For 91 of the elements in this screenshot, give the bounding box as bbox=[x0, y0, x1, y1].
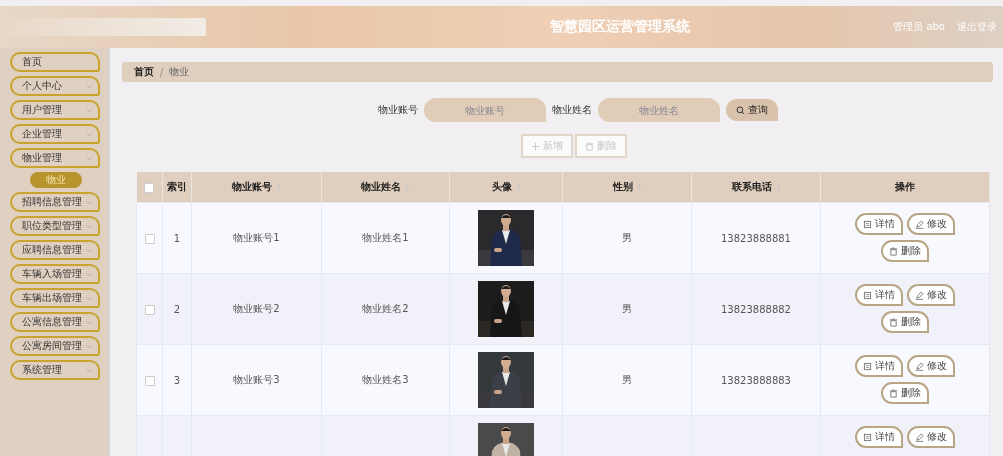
breadcrumb-link[interactable]: 首页 bbox=[134, 65, 154, 79]
pencil-icon bbox=[915, 361, 924, 371]
table-cell: 男 bbox=[562, 273, 692, 345]
table-cell: 1 bbox=[162, 202, 192, 274]
details-button[interactable]: 详情 bbox=[855, 355, 903, 377]
sort-icon[interactable] bbox=[636, 183, 642, 191]
sidebar-item[interactable]: 用户管理 bbox=[10, 100, 100, 120]
select-all-checkbox[interactable] bbox=[144, 182, 155, 193]
table-cell: 物业账号2 bbox=[191, 273, 322, 345]
sidebar-item[interactable]: 首页 bbox=[10, 52, 100, 72]
breadcrumb-separator: / bbox=[160, 66, 164, 78]
table-cell: 物业账号1 bbox=[191, 202, 322, 274]
sidebar-item[interactable]: 个人中心 bbox=[10, 76, 100, 96]
trash-icon bbox=[889, 246, 898, 256]
sidebar-item[interactable]: 物业管理 bbox=[10, 148, 100, 168]
sort-icon[interactable] bbox=[276, 183, 281, 191]
breadcrumb-link[interactable]: 物业 bbox=[169, 65, 190, 79]
document-icon bbox=[863, 219, 872, 229]
delete-button[interactable]: 删除 bbox=[881, 240, 929, 262]
document-icon bbox=[863, 290, 872, 300]
document-icon bbox=[863, 432, 872, 442]
table-cell: 13823888883 bbox=[691, 344, 821, 416]
sort-icon[interactable] bbox=[405, 183, 410, 191]
details-button[interactable]: 详情 bbox=[855, 284, 903, 306]
document-icon bbox=[863, 361, 872, 371]
pencil-icon bbox=[915, 290, 924, 300]
column-header: 物业账号 bbox=[191, 172, 322, 203]
column-header: 物业姓名 bbox=[321, 172, 450, 203]
pencil-icon bbox=[915, 219, 924, 229]
edit-button[interactable]: 修改 bbox=[907, 355, 955, 377]
table-cell: 13823888882 bbox=[691, 273, 821, 345]
table-cell: 物业姓名3 bbox=[321, 344, 450, 416]
table-cell: 男 bbox=[562, 344, 692, 416]
sidebar-item[interactable]: 车辆出场管理 bbox=[10, 288, 100, 308]
search-button[interactable]: 查询 bbox=[725, 99, 778, 121]
column-header: 索引 bbox=[162, 172, 192, 203]
chevron-icon bbox=[86, 343, 93, 349]
chevron-icon bbox=[86, 199, 93, 205]
search-icon bbox=[735, 105, 745, 115]
chevron-icon bbox=[86, 107, 93, 113]
sort-icon[interactable] bbox=[515, 183, 521, 191]
details-button[interactable]: 详情 bbox=[855, 213, 903, 235]
details-button[interactable]: 详情 bbox=[855, 426, 903, 448]
user-label: 管理员 abo bbox=[893, 20, 945, 34]
app-title: 智慧园区运营管理系统 bbox=[549, 18, 690, 36]
chevron-icon bbox=[86, 319, 93, 325]
chevron-icon bbox=[86, 131, 93, 137]
row-checkbox[interactable] bbox=[144, 375, 155, 386]
column-header: 性别 bbox=[562, 172, 692, 203]
sidebar-item[interactable]: 系统管理 bbox=[10, 360, 100, 380]
table-cell: 物业姓名1 bbox=[321, 202, 450, 274]
chevron-icon bbox=[86, 367, 93, 373]
delete-button[interactable]: 删除 bbox=[881, 382, 929, 404]
column-header: 联系电话 bbox=[691, 172, 821, 203]
trash-icon bbox=[889, 388, 898, 398]
row-checkbox[interactable] bbox=[144, 233, 155, 244]
chevron-icon bbox=[86, 223, 93, 229]
chevron-icon bbox=[86, 247, 93, 253]
chevron-icon bbox=[86, 295, 93, 301]
chevron-icon bbox=[86, 155, 93, 161]
sidebar-item[interactable]: 公寓信息管理 bbox=[10, 312, 100, 332]
pencil-icon bbox=[915, 432, 924, 442]
chevron-icon bbox=[86, 271, 93, 277]
sidebar-item[interactable]: 招聘信息管理 bbox=[10, 192, 100, 212]
sidebar-item[interactable]: 应聘信息管理 bbox=[10, 240, 100, 260]
chevron-icon bbox=[86, 83, 93, 89]
table-cell: 物业姓名2 bbox=[321, 273, 450, 345]
column-header: 操作 bbox=[820, 172, 990, 203]
trash-icon bbox=[584, 141, 594, 151]
edit-button[interactable]: 修改 bbox=[907, 213, 955, 235]
table-cell: 3 bbox=[162, 344, 192, 416]
search-field[interactable]: 物业账号 bbox=[423, 98, 546, 122]
plus-icon bbox=[530, 141, 540, 151]
search-field[interactable]: 物业姓名 bbox=[597, 98, 720, 122]
column-header: 头像 bbox=[449, 172, 563, 203]
sort-icon[interactable] bbox=[775, 183, 781, 191]
field-label: 物业账号 bbox=[377, 103, 418, 117]
sidebar-item[interactable]: 企业管理 bbox=[10, 124, 100, 144]
sidebar-item[interactable]: 车辆入场管理 bbox=[10, 264, 100, 284]
row-checkbox[interactable] bbox=[144, 304, 155, 315]
edit-button[interactable]: 修改 bbox=[907, 284, 955, 306]
table-cell: 13823888881 bbox=[691, 202, 821, 274]
table-cell: 物业账号3 bbox=[191, 344, 322, 416]
edit-button[interactable]: 修改 bbox=[907, 426, 955, 448]
delete-button[interactable]: 删除 bbox=[881, 311, 929, 333]
table-cell: 男 bbox=[562, 202, 692, 274]
table-cell: 2 bbox=[162, 273, 192, 345]
trash-icon bbox=[889, 317, 898, 327]
sidebar-item[interactable]: 公寓房间管理 bbox=[10, 336, 100, 356]
field-label: 物业姓名 bbox=[551, 103, 592, 117]
sidebar-item[interactable]: 职位类型管理 bbox=[10, 216, 100, 236]
